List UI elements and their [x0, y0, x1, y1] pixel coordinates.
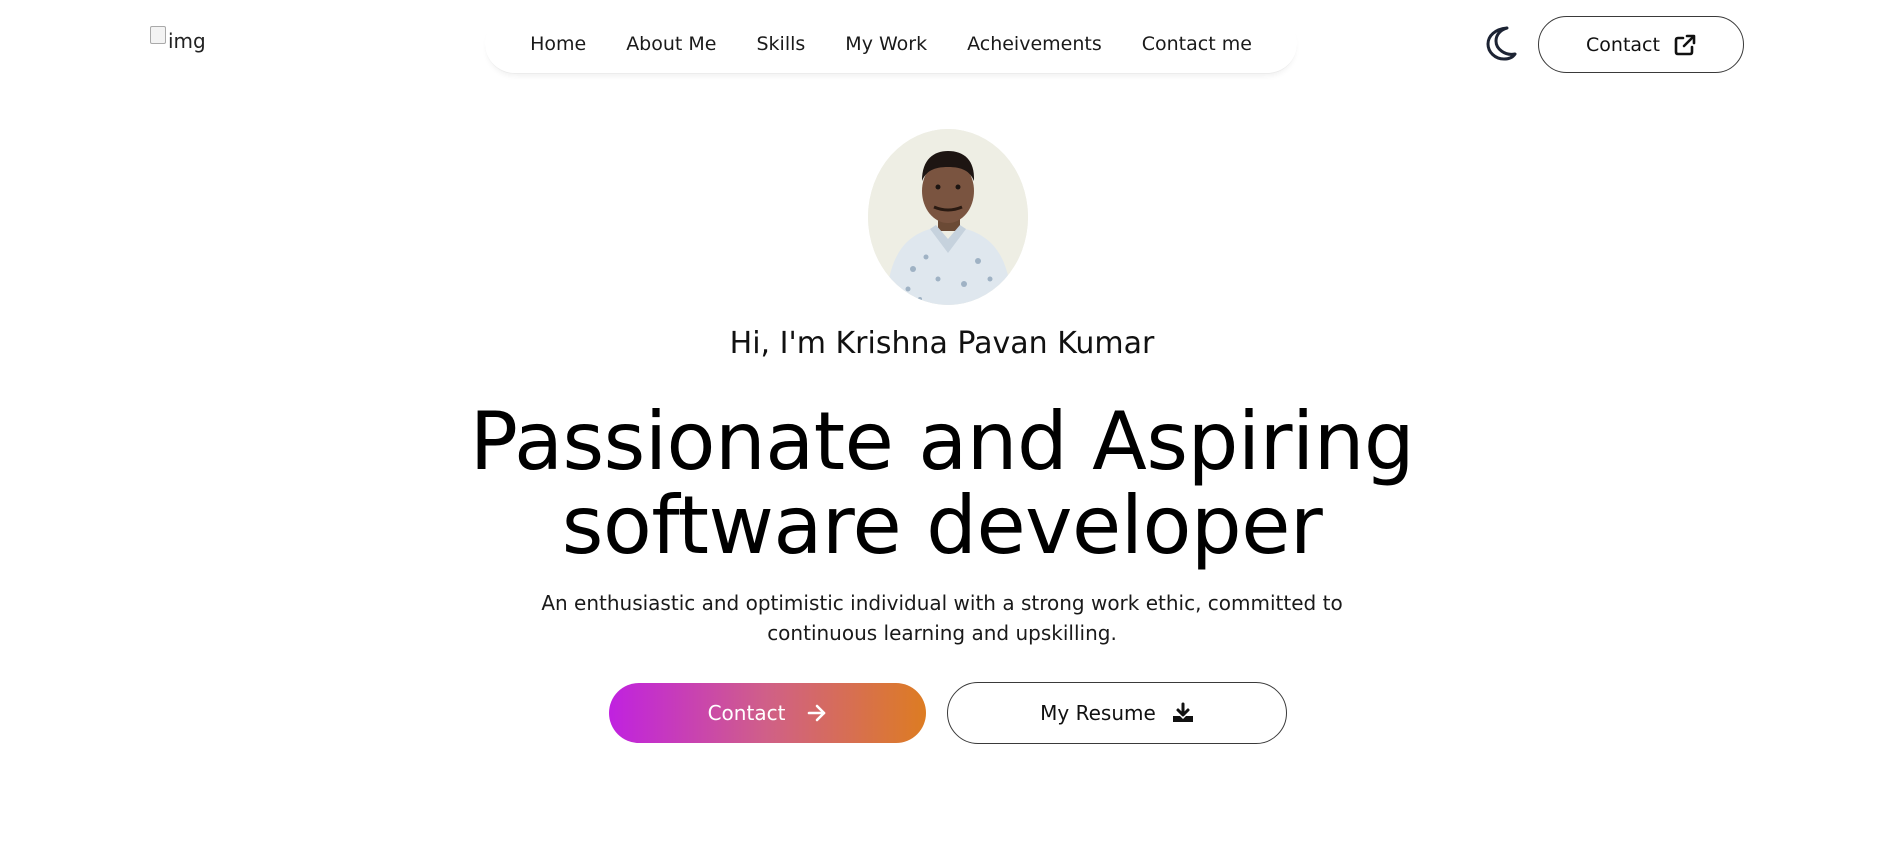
nav-contact-me[interactable]: Contact me: [1142, 33, 1252, 55]
download-icon: [1172, 702, 1194, 724]
external-link-icon: [1674, 34, 1696, 56]
nav-acheivements[interactable]: Acheivements: [967, 33, 1102, 55]
header-contact-label: Contact: [1586, 33, 1660, 56]
logo-alt-text: img: [168, 29, 206, 53]
profile-photo: [868, 129, 1028, 305]
headline-line-1: Passionate and Aspiring: [469, 395, 1415, 488]
arrow-right-icon: [807, 704, 827, 722]
nav-my-work[interactable]: My Work: [845, 33, 927, 55]
logo[interactable]: img: [150, 26, 206, 53]
site-header: img Home About Me Skills My Work Acheive…: [0, 0, 1884, 90]
theme-toggle-button[interactable]: [1484, 24, 1518, 62]
moon-icon: [1485, 25, 1517, 61]
hero-contact-label: Contact: [707, 701, 786, 725]
hero-subtitle: An enthusiastic and optimistic individua…: [541, 591, 1343, 645]
avatar: [868, 129, 1028, 305]
nav-about-me[interactable]: About Me: [626, 33, 716, 55]
nav-skills[interactable]: Skills: [756, 33, 805, 55]
main-nav: Home About Me Skills My Work Acheivement…: [485, 14, 1297, 74]
nav-home[interactable]: Home: [530, 33, 586, 55]
hero-headline: Passionate and Aspiring software develop…: [442, 400, 1442, 568]
resume-button[interactable]: My Resume: [947, 682, 1287, 744]
headline-line-2: software developer: [561, 479, 1323, 572]
greeting-text: Hi, I'm Krishna Pavan Kumar: [729, 326, 1155, 361]
hero-contact-button[interactable]: Contact: [609, 683, 926, 743]
resume-label: My Resume: [1040, 701, 1156, 725]
header-contact-button[interactable]: Contact: [1538, 16, 1744, 73]
broken-image-icon: [150, 26, 166, 44]
